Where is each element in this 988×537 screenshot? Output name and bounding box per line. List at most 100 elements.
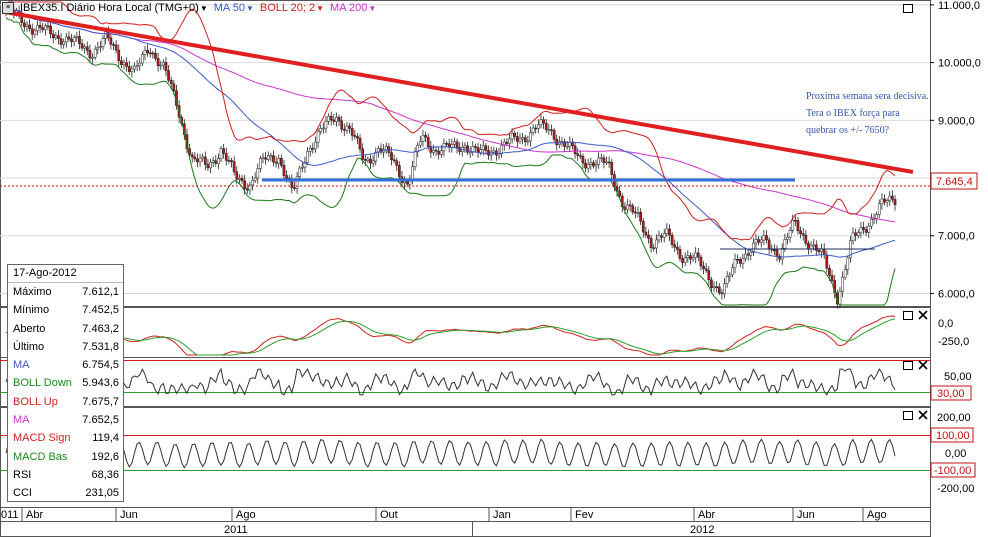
candle-body xyxy=(885,200,889,203)
x-month-label: Jun xyxy=(120,509,138,521)
candle-body xyxy=(259,158,262,169)
candle-body xyxy=(859,227,863,233)
candle-body xyxy=(754,239,758,244)
info-value: 6.754,5 xyxy=(82,359,119,372)
candle-body xyxy=(264,157,267,160)
candle-body xyxy=(392,159,396,162)
cci-threshold-100: 100,00 xyxy=(936,430,970,442)
candle-body xyxy=(838,291,842,305)
candle-body xyxy=(358,137,362,150)
price-panel xyxy=(0,0,931,307)
info-value: 7.452,5 xyxy=(82,304,119,317)
cci-maximize-icon[interactable] xyxy=(903,411,913,420)
candle-body xyxy=(550,129,553,131)
info-row: BOLL Up 7.675,7 xyxy=(8,393,123,411)
candle-body xyxy=(198,157,202,163)
info-value: 68,36 xyxy=(91,468,119,481)
candle-body xyxy=(403,181,406,184)
candle-body xyxy=(825,254,829,269)
candle-body xyxy=(589,162,593,165)
candle-body xyxy=(644,231,648,236)
candle-body xyxy=(340,120,344,130)
candle-body xyxy=(432,149,435,153)
y-tick-label: 11.000,0 xyxy=(938,0,980,12)
candle-body xyxy=(657,235,661,241)
candle-body xyxy=(870,218,873,227)
candle-body xyxy=(694,252,698,258)
macd-maximize-icon[interactable] xyxy=(903,311,913,320)
candle-body xyxy=(537,124,540,129)
candle-body xyxy=(655,239,658,249)
candle-body xyxy=(311,147,315,150)
x-month-label: Ago xyxy=(867,509,887,521)
candle-body xyxy=(293,187,296,189)
info-row: Aberto 7.463,2 xyxy=(8,320,123,338)
candle-body xyxy=(298,167,302,178)
candle-body xyxy=(209,162,212,169)
candle-body xyxy=(238,177,241,180)
info-label: RSI xyxy=(13,468,32,481)
candle-body xyxy=(101,38,105,47)
candle-body xyxy=(605,161,608,164)
candle-body xyxy=(691,257,695,260)
candle-body xyxy=(696,252,700,258)
chart-canvas[interactable]: 11.000,010.000,09.000,08.000,07.000,06.0… xyxy=(0,0,988,537)
candle-body xyxy=(421,135,425,142)
candle-body xyxy=(243,180,246,190)
cci-tick-200: 200,00 xyxy=(937,412,971,424)
indicator-ma50-label[interactable]: MA 50 xyxy=(214,2,245,14)
candle-body xyxy=(411,166,414,180)
candle-body xyxy=(353,135,357,137)
candle-body xyxy=(801,233,805,236)
symbol-title[interactable]: IBEX35.I Diário Hora Local (TMG+0) xyxy=(20,2,199,14)
candle-body xyxy=(193,156,197,160)
candle-body xyxy=(634,211,637,214)
candle-body xyxy=(57,35,60,39)
candle-body xyxy=(266,155,270,160)
candle-body xyxy=(319,128,323,132)
candle-body xyxy=(329,115,333,121)
candle-body xyxy=(880,198,884,205)
candle-body xyxy=(405,181,409,185)
candle-body xyxy=(652,247,656,250)
candle-body xyxy=(366,158,370,161)
candle-body xyxy=(203,156,207,165)
candle-body xyxy=(390,152,393,161)
candle-body xyxy=(636,212,640,214)
candle-body xyxy=(786,236,789,240)
candle-body xyxy=(227,160,231,162)
candle-body xyxy=(256,168,260,179)
candle-body xyxy=(744,253,747,259)
chart-menu-icon[interactable]: ≡ xyxy=(2,2,14,14)
candle-body xyxy=(418,141,422,146)
price-maximize-icon[interactable] xyxy=(903,4,913,13)
candle-body xyxy=(757,239,760,243)
candle-body xyxy=(767,239,771,250)
candle-body xyxy=(251,179,254,186)
candle-body xyxy=(715,286,719,288)
candle-body xyxy=(862,227,865,230)
chart-annotation[interactable]: Proxima semana sera decisiva. Tera o IBE… xyxy=(806,88,931,139)
candle-body xyxy=(660,235,663,238)
info-label: MACD Bas xyxy=(13,450,68,463)
info-value: 119,4 xyxy=(92,432,119,445)
candle-body xyxy=(683,257,687,263)
indicator-ma200-label[interactable]: MA 200 xyxy=(330,2,367,14)
candle-body xyxy=(453,141,456,145)
rsi-maximize-icon[interactable] xyxy=(903,361,913,370)
candle-body xyxy=(720,292,724,295)
info-row: CCI 231,05 xyxy=(8,484,123,502)
candle-body xyxy=(54,35,58,38)
candle-body xyxy=(80,43,84,49)
candle-body xyxy=(133,65,136,70)
indicator-boll-label[interactable]: BOLL 20; 2 xyxy=(260,2,315,14)
candle-body xyxy=(526,140,530,143)
candle-body xyxy=(639,212,642,222)
candle-body xyxy=(33,30,37,35)
candle-body xyxy=(523,137,527,142)
candle-body xyxy=(159,64,163,67)
rsi-tick-50: 50,00 xyxy=(944,371,972,383)
info-value: 192,6 xyxy=(91,450,119,463)
candle-body xyxy=(762,235,766,241)
candle-body xyxy=(269,155,273,157)
